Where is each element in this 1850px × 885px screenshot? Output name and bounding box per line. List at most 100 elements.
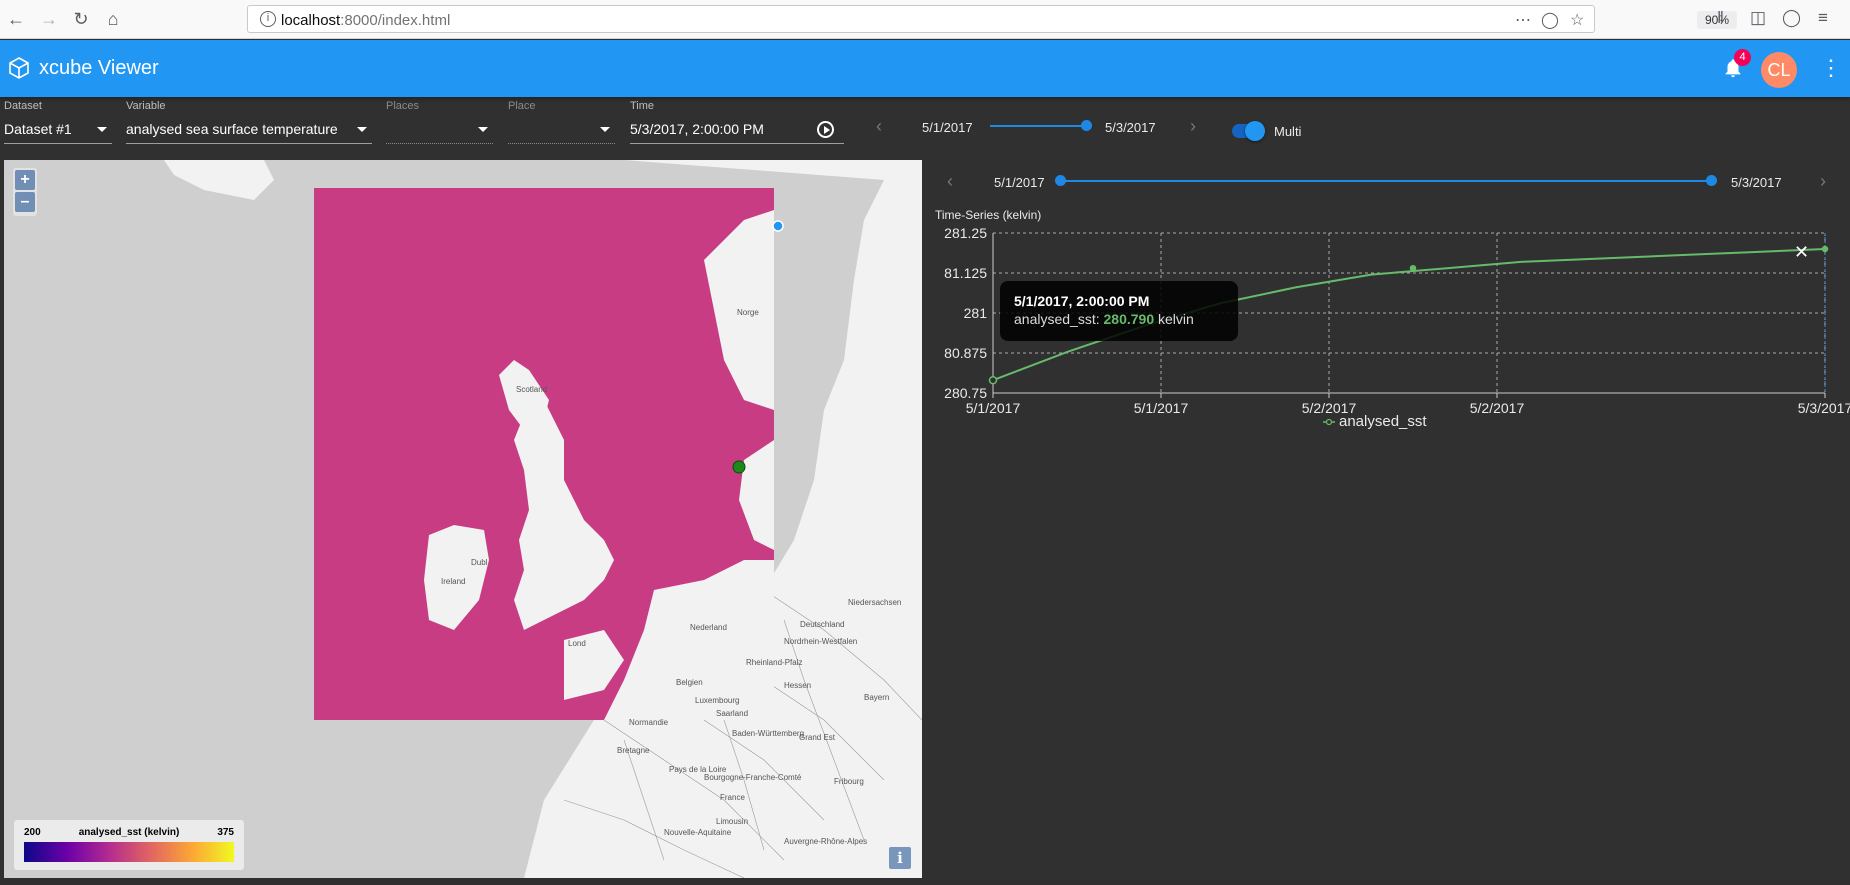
app-bar: xcube Viewer 4 CL ⋮ <box>0 40 1850 97</box>
legend-colorbar <box>24 842 234 862</box>
legend-swatch-dot <box>1325 418 1333 426</box>
place-marker-blue[interactable] <box>772 220 784 232</box>
label-bourgogne: Bourgogne-Franche-Comté <box>704 773 802 782</box>
library-icon[interactable]: ‖ <box>1717 8 1724 28</box>
chart-legend[interactable]: analysed_sst <box>1323 413 1427 430</box>
dataset-select[interactable]: Dataset Dataset #1 <box>4 100 112 144</box>
variable-value: analysed sea surface temperature <box>126 121 338 137</box>
label-nouvelle-aquitaine: Nouvelle-Aquitaine <box>664 828 732 837</box>
time-label: Time <box>630 100 655 112</box>
map-view[interactable]: Norge Scotland Ireland Dubl Lond Nederla… <box>4 160 922 878</box>
label-nrw: Nordrhein-Westfalen <box>784 637 857 646</box>
y-tick-label: 281.25 <box>944 225 987 241</box>
places-select[interactable]: Places <box>386 100 493 144</box>
tooltip-value-line: analysed_sst: 280.790 kelvin <box>1014 311 1194 327</box>
label-grand-est: Grand Est <box>799 733 836 742</box>
range-slider-start: 5/1/2017 <box>994 175 1045 190</box>
cube-logo-icon <box>9 57 29 79</box>
place-dropdown-icon <box>600 127 610 132</box>
app-title: xcube Viewer <box>39 57 159 79</box>
label-belgien: Belgien <box>676 678 703 687</box>
map-info-button[interactable]: i <box>889 847 911 869</box>
places-label: Places <box>386 100 420 112</box>
y-tick-label: 281 <box>964 305 988 321</box>
place-field[interactable] <box>508 116 615 144</box>
label-limousin: Limousin <box>716 817 748 826</box>
label-norge: Norge <box>737 308 759 317</box>
series-point <box>988 375 998 385</box>
time-input[interactable]: 5/3/2017, 2:00:00 PM <box>630 116 844 144</box>
label-fribourg: Fribourg <box>834 777 864 786</box>
url-bar[interactable]: i localhost:8000/index.html 90% ⋯ ◯ ☆ <box>247 5 1737 33</box>
variable-select[interactable]: Variable analysed sea surface temperatur… <box>126 100 372 144</box>
tooltip-unit: kelvin <box>1158 311 1194 327</box>
x-tick-label: 5/1/2017 <box>966 400 1021 416</box>
pocket-icon[interactable]: ◯ <box>1541 10 1559 30</box>
y-axis-ticks: 281.25 81.125 281 80.875 280.75 <box>944 225 987 401</box>
chart-tooltip: 5/1/2017, 2:00:00 PM analysed_sst: 280.7… <box>1000 281 1238 341</box>
close-chart-icon[interactable]: ✕ <box>1794 243 1809 261</box>
time-field[interactable]: Time 5/3/2017, 2:00:00 PM <box>630 100 844 144</box>
place-marker-green[interactable] <box>732 460 746 474</box>
reload-icon[interactable]: ↻ <box>70 8 92 30</box>
multi-label: Multi <box>1274 124 1302 139</box>
range-slider-thumb-end[interactable] <box>1706 175 1717 186</box>
dataset-field[interactable]: Dataset #1 <box>4 116 112 144</box>
range-slider-end: 5/3/2017 <box>1731 175 1782 190</box>
x-tick-label: 5/1/2017 <box>1134 400 1189 416</box>
y-tick-label: 80.875 <box>944 345 987 361</box>
time-slider-thumb[interactable] <box>1081 120 1092 131</box>
color-legend: 200 analysed_sst (kelvin) 375 <box>14 820 244 870</box>
range-prev-icon[interactable]: ‹ <box>947 171 953 192</box>
zoom-in-button[interactable]: + <box>15 170 35 190</box>
label-france: France <box>720 793 745 802</box>
range-slider-thumb-start[interactable] <box>1055 175 1066 186</box>
timeseries-chart[interactable]: 281.25 81.125 281 80.875 280.75 5/1/2017 5/1/… <box>925 220 1850 540</box>
user-avatar[interactable]: CL <box>1761 52 1797 88</box>
x-tick-label: 5/2/2017 <box>1470 400 1525 416</box>
label-bretagne: Bretagne <box>617 746 650 755</box>
play-icon[interactable] <box>817 121 834 138</box>
label-dublin: Dubl <box>471 558 488 567</box>
time-next-icon[interactable]: › <box>1190 116 1196 137</box>
back-icon[interactable]: ← <box>5 8 27 30</box>
multi-switch-thumb[interactable] <box>1245 121 1265 141</box>
bookmark-star-icon[interactable]: ☆ <box>1570 10 1584 30</box>
url-text: localhost:8000/index.html <box>281 12 451 29</box>
series-point <box>1409 264 1417 272</box>
range-slider-track[interactable] <box>1061 180 1712 182</box>
time-slider-track[interactable] <box>990 125 1087 127</box>
places-field[interactable] <box>386 116 493 144</box>
label-london: Lond <box>568 639 586 648</box>
more-menu-icon[interactable]: ⋮ <box>1820 56 1842 80</box>
y-tick-label: 280.75 <box>944 385 987 401</box>
tooltip-var: analysed_sst: <box>1014 311 1100 327</box>
place-select[interactable]: Place <box>508 100 615 144</box>
sidebar-icon[interactable]: ◫ <box>1750 8 1766 28</box>
notification-badge: 4 <box>1734 49 1751 66</box>
browser-toolbar: ← → ↻ ⌂ i localhost:8000/index.html 90% … <box>0 0 1850 39</box>
time-prev-icon[interactable]: ‹ <box>876 116 882 137</box>
time-slider-start: 5/1/2017 <box>922 120 973 135</box>
map-canvas[interactable]: Norge Scotland Ireland Dubl Lond Nederla… <box>4 160 922 878</box>
info-icon[interactable]: i <box>260 11 276 27</box>
legend-label-analysed-sst: analysed_sst <box>1339 413 1427 430</box>
variable-label: Variable <box>126 100 166 112</box>
greenland-coast <box>164 160 274 200</box>
label-rheinland: Rheinland-Pfalz <box>746 658 802 667</box>
time-value: 5/3/2017, 2:00:00 PM <box>630 121 764 137</box>
range-next-icon[interactable]: › <box>1820 171 1826 192</box>
account-icon[interactable]: ◯ <box>1782 8 1801 28</box>
zoom-control: + – <box>13 168 37 216</box>
label-baden: Baden-Württemberg <box>732 729 804 738</box>
tooltip-value: 280.790 <box>1103 311 1155 327</box>
label-nederland: Nederland <box>690 623 727 632</box>
home-icon[interactable]: ⌂ <box>102 8 124 30</box>
legend-max: 375 <box>217 827 234 838</box>
forward-icon[interactable]: → <box>38 8 60 30</box>
places-dropdown-icon <box>478 127 488 132</box>
zoom-out-button[interactable]: – <box>15 192 35 212</box>
page-actions-icon[interactable]: ⋯ <box>1515 10 1531 30</box>
variable-field[interactable]: analysed sea surface temperature <box>126 116 372 144</box>
menu-icon[interactable]: ≡ <box>1818 8 1828 28</box>
